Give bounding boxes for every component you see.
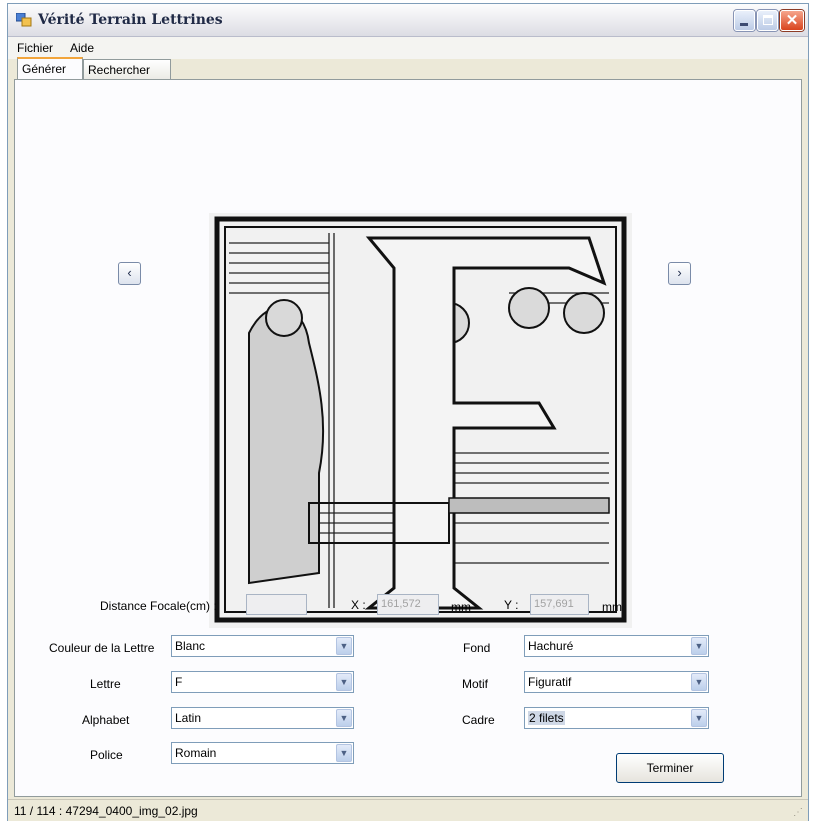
chevron-right-icon: › xyxy=(677,265,682,280)
x-unit-label: mm xyxy=(451,600,471,614)
frame-select[interactable]: 2 filets ▼ xyxy=(524,707,709,729)
chevron-down-icon[interactable]: ▼ xyxy=(336,637,352,655)
motif-value: Figuratif xyxy=(528,675,572,689)
close-button[interactable]: ✕ xyxy=(780,10,804,31)
tab-generer[interactable]: Générer xyxy=(17,57,83,79)
font-style-value: Romain xyxy=(175,746,217,760)
motif-select[interactable]: Figuratif ▼ xyxy=(524,671,709,693)
x-coordinate-field[interactable]: 161,572 xyxy=(377,594,439,615)
tab-rechercher[interactable]: Rechercher xyxy=(83,59,171,79)
font-style-label: Police xyxy=(90,748,123,762)
frame-value: 2 filets xyxy=(528,711,565,725)
letter-select[interactable]: F ▼ xyxy=(171,671,354,693)
letter-color-value: Blanc xyxy=(175,639,206,653)
font-style-select[interactable]: Romain ▼ xyxy=(171,742,354,764)
y-label: Y : xyxy=(504,598,519,612)
chevron-down-icon[interactable]: ▼ xyxy=(691,637,707,655)
y-unit-label: mm xyxy=(602,600,622,614)
maximize-icon xyxy=(763,15,773,25)
focal-distance-label: Distance Focale(cm) : xyxy=(100,599,217,613)
letter-value: F xyxy=(175,675,183,689)
menu-bar: Fichier Aide xyxy=(8,37,808,59)
background-label: Fond xyxy=(463,641,491,655)
chevron-down-icon[interactable]: ▼ xyxy=(336,744,352,762)
motif-label: Motif xyxy=(462,677,489,691)
maximize-button[interactable] xyxy=(757,10,778,31)
focal-distance-field[interactable] xyxy=(246,594,307,615)
tab-panel-generer: ‹ › Distance Focale(cm): X: 161,572 mm… xyxy=(14,79,802,797)
letter-color-select[interactable]: Blanc ▼ xyxy=(171,635,354,657)
y-coordinate-field[interactable]: 157,691 xyxy=(530,594,589,615)
chevron-left-icon: ‹ xyxy=(127,265,132,280)
close-icon: ✕ xyxy=(785,12,799,29)
main-window: Vérité Terrain Lettrines ✕ Fichier Aide … xyxy=(7,3,809,821)
alphabet-select[interactable]: Latin ▼ xyxy=(171,707,354,729)
background-value: Hachuré xyxy=(528,639,574,653)
x-label: X : xyxy=(351,598,366,612)
finish-button[interactable]: Terminer xyxy=(616,753,724,783)
window-title: Vérité Terrain Lettrines xyxy=(38,12,223,28)
menu-aide[interactable]: Aide xyxy=(70,41,94,55)
minimize-button[interactable] xyxy=(734,10,755,31)
frame-label: Cadre xyxy=(462,713,495,727)
status-text: 11 / 114 : 47294_0400_img_02.jpg xyxy=(14,804,198,818)
next-image-button[interactable]: › xyxy=(668,262,691,285)
menu-fichier[interactable]: Fichier xyxy=(17,41,53,55)
letter-label: Lettre xyxy=(90,677,121,691)
resize-grip-icon[interactable]: ⋰ xyxy=(793,807,805,819)
letter-color-label: Couleur de la Lettre xyxy=(49,641,155,655)
title-bar[interactable]: Vérité Terrain Lettrines ✕ xyxy=(8,4,808,37)
alphabet-value: Latin xyxy=(175,711,202,725)
chevron-down-icon[interactable]: ▼ xyxy=(691,709,707,727)
background-select[interactable]: Hachuré ▼ xyxy=(524,635,709,657)
previous-image-button[interactable]: ‹ xyxy=(118,262,141,285)
chevron-down-icon[interactable]: ▼ xyxy=(691,673,707,691)
alphabet-label: Alphabet xyxy=(82,713,130,727)
status-bar: 11 / 114 : 47294_0400_img_02.jpg ⋰ xyxy=(8,799,808,821)
minimize-icon xyxy=(740,23,748,26)
lettrine-image xyxy=(209,213,632,628)
app-window-icon xyxy=(16,13,32,27)
chevron-down-icon[interactable]: ▼ xyxy=(336,709,352,727)
chevron-down-icon[interactable]: ▼ xyxy=(336,673,352,691)
